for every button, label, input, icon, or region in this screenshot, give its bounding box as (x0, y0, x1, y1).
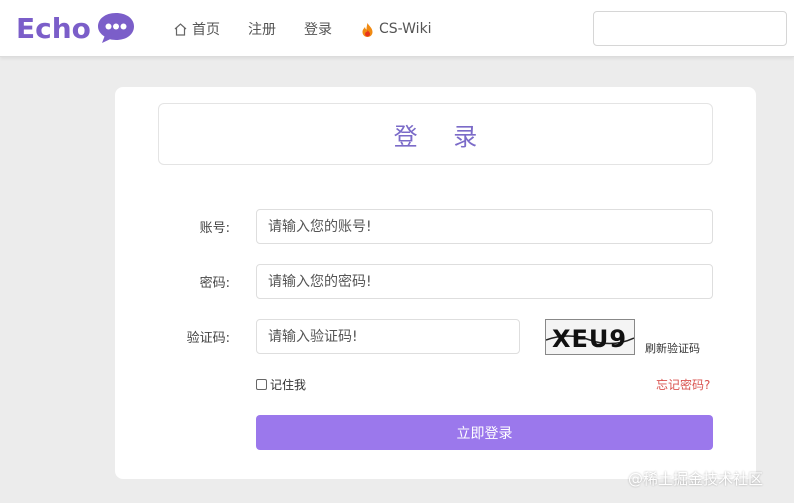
account-label: 账号: (199, 221, 230, 236)
login-title-box: 登 录 (158, 103, 713, 165)
nav-item-label: CS-Wiki (379, 21, 432, 37)
captcha-input[interactable] (256, 319, 520, 354)
login-button[interactable]: 立即登录 (256, 415, 713, 450)
nav-item-cs-wiki[interactable]: CS-Wiki (360, 21, 432, 37)
chat-bubble-icon (96, 11, 136, 45)
captcha-image[interactable]: XEU9 (545, 319, 635, 355)
forgot-password-link[interactable]: 忘记密码? (656, 376, 710, 393)
nav-item-home[interactable]: 首页 (173, 19, 220, 39)
nav-item-label: 登录 (304, 22, 332, 38)
account-input[interactable] (256, 209, 713, 244)
home-icon (173, 22, 188, 37)
login-card: 登 录 账号: 密码: 验证码: XEU9 刷新验证码 记住我 忘记密码? 立即… (115, 87, 756, 479)
page-title: 登 录 (393, 122, 492, 151)
watermark: @稀土掘金技术社区 (628, 470, 764, 488)
brand-name: Echo (16, 11, 91, 45)
captcha-label: 验证码: (186, 331, 230, 346)
refresh-captcha-link[interactable]: 刷新验证码 (645, 340, 700, 356)
remember-checkbox[interactable] (256, 379, 267, 390)
nav-item-register[interactable]: 注册 (248, 19, 276, 39)
captcha-text: XEU9 (552, 325, 627, 353)
search-input[interactable] (593, 11, 787, 46)
password-input[interactable] (256, 264, 713, 299)
nav-item-login[interactable]: 登录 (304, 19, 332, 39)
password-label: 密码: (199, 276, 230, 291)
remember-label: 记住我 (270, 378, 307, 392)
flame-icon (360, 22, 375, 37)
brand-logo[interactable]: Echo (16, 9, 136, 47)
nav-links: 首页 注册 登录 CS-Wiki (173, 18, 460, 40)
top-navbar: Echo 首页 注册 登录 CS-Wiki (0, 0, 794, 57)
remember-me[interactable]: 记住我 (256, 376, 306, 393)
nav-item-label: 首页 (192, 22, 220, 38)
nav-item-label: 注册 (248, 22, 276, 38)
